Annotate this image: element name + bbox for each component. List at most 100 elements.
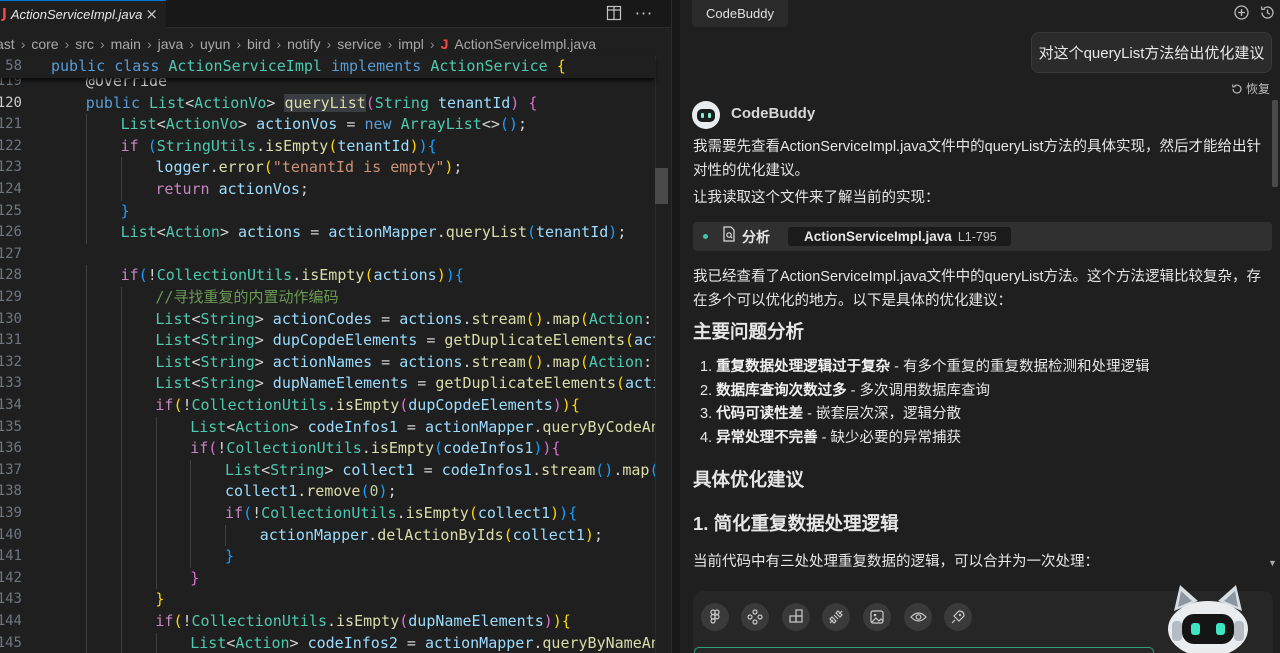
- image-icon[interactable]: [863, 603, 891, 631]
- code-lines[interactable]: 119 @Override 120 public List<ActionVo> que…: [0, 78, 655, 653]
- code-token: ;: [617, 223, 627, 242]
- restore-icon: [1232, 83, 1242, 94]
- split-editor-icon[interactable]: [603, 2, 625, 24]
- history-icon[interactable]: [1257, 2, 1277, 22]
- code-line[interactable]: 139 if(!CollectionUtils.isEmpty(collect1)…: [0, 503, 655, 525]
- code-token: >: [254, 309, 273, 328]
- code-token: ArrayList: [400, 115, 482, 134]
- issue-title: 数据库查询次数过多: [716, 382, 847, 399]
- code-line[interactable]: 133 List<String> dupNameElements = getDup…: [0, 373, 655, 395]
- code-line[interactable]: 144 if(!CollectionUtils.isEmpty(dupNameEl…: [0, 611, 655, 633]
- code-editor[interactable]: J ActionServiceImpl.java × ··· ast›core›…: [0, 0, 671, 653]
- breadcrumb-segment[interactable]: java: [158, 36, 184, 52]
- code-line[interactable]: 134 if(!CollectionUtils.isEmpty(dupCopdeE…: [0, 395, 655, 417]
- code-line[interactable]: 58 public class ActionServiceImpl impleme…: [0, 56, 660, 78]
- code-token: (: [243, 504, 253, 522]
- restore-label: 恢复: [1246, 82, 1271, 96]
- code-text: if(!CollectionUtils.isEmpty(collect1)){: [225, 503, 577, 525]
- code-line[interactable]: 126 List<Action> actions = actionMapper.q…: [0, 222, 655, 244]
- breadcrumb-segment[interactable]: impl: [398, 36, 424, 52]
- restore-button[interactable]: 恢复: [1231, 80, 1270, 97]
- code-line[interactable]: 123 logger.error("tenantId is empty");: [0, 157, 655, 179]
- codebuddy-tab[interactable]: CodeBuddy: [692, 0, 788, 27]
- breadcrumb-segment[interactable]: uyun: [200, 36, 230, 52]
- code-line[interactable]: 135 List<Action> codeInfos1 = actionMappe…: [0, 416, 655, 439]
- code-line[interactable]: 140 actionMapper.delActionByIds(collect1)…: [0, 524, 655, 547]
- code-line[interactable]: 127: [0, 244, 655, 266]
- line-number: 133: [0, 375, 22, 392]
- line-number: 143: [0, 591, 22, 608]
- code-line[interactable]: 143}: [0, 589, 655, 611]
- close-tab-icon[interactable]: ×: [145, 5, 158, 23]
- code-token: actionVos: [256, 115, 338, 134]
- indent-guide: [155, 416, 157, 439]
- code-token: tenantId: [438, 93, 511, 112]
- code-line[interactable]: 142}: [0, 567, 655, 590]
- code-line[interactable]: 138 collect1.remove(0);: [0, 481, 655, 503]
- sparkle-grid-icon[interactable]: [741, 603, 769, 631]
- sticky-scroll-header[interactable]: 58 public class ActionServiceImpl impleme…: [0, 56, 655, 78]
- code-line[interactable]: 124 return actionVos;: [0, 179, 655, 201]
- heading-main-issues: 主要问题分析: [693, 321, 805, 342]
- eye-icon[interactable]: [904, 603, 932, 631]
- code-token: CollectionUtils: [191, 612, 327, 630]
- code-token: (: [615, 374, 626, 393]
- editor-tab-actionserviceimpl[interactable]: J ActionServiceImpl.java ×: [0, 0, 166, 28]
- breadcrumb-file[interactable]: ActionServiceImpl.java: [454, 36, 596, 52]
- breadcrumb-segment[interactable]: bird: [247, 36, 270, 52]
- code-line[interactable]: 129 //寻找重复的内置动作编码: [0, 287, 655, 309]
- code-token: {: [427, 136, 437, 155]
- code-token: (: [138, 266, 148, 285]
- code-line[interactable]: 130 List<String> actionCodes = actions. st…: [0, 308, 655, 331]
- code-token: String: [374, 93, 439, 112]
- editor-scrollbar-thumb[interactable]: [655, 168, 668, 204]
- tool-file-chip[interactable]: ActionServiceImpl.java L1-795: [788, 227, 1011, 246]
- code-line[interactable]: 145 List<Action> codeInfos2 = actionMappe…: [0, 632, 655, 653]
- code-token: Action: [235, 417, 290, 436]
- breadcrumb-segment[interactable]: main: [111, 36, 141, 52]
- code-line[interactable]: 128 if(!CollectionUtils.isEmpty(actions))…: [0, 265, 655, 287]
- editor-scrollbar-track[interactable]: [655, 56, 671, 653]
- figma-icon[interactable]: [701, 603, 729, 631]
- code-token: (: [399, 612, 409, 630]
- code-token: =: [397, 633, 425, 652]
- new-chat-icon[interactable]: [1231, 2, 1251, 22]
- code-token: ActionVo: [194, 93, 267, 112]
- code-line[interactable]: 122 if (StringUtils.isEmpty(tenantId)){: [0, 135, 655, 158]
- code-line[interactable]: 121 List<ActionVo> actionVos = new ArrayL…: [0, 114, 655, 136]
- pane-divider[interactable]: [671, 0, 680, 653]
- breadcrumb-segment[interactable]: core: [31, 36, 58, 52]
- code-line[interactable]: 141}: [0, 546, 655, 568]
- issue-description: - 嵌套层次深，逻辑分散: [803, 406, 962, 422]
- chat-scrollbar-thumb[interactable]: [1272, 100, 1278, 187]
- issue-description: - 缺少必要的异常捕获: [817, 429, 962, 446]
- code-line[interactable]: 137 List<String> collect1 = codeInfos1.st…: [0, 459, 655, 482]
- heading-suggestions: 具体优化建议: [693, 469, 805, 490]
- code-line[interactable]: 131 List<String> dupCopdeElements = getDu…: [0, 330, 655, 352]
- breadcrumb-segment[interactable]: service: [337, 36, 381, 52]
- code-line[interactable]: 125}: [0, 200, 655, 223]
- code-token: !: [147, 266, 157, 285]
- file-search-icon: [722, 226, 736, 247]
- code-token: dupNameElements: [272, 374, 409, 393]
- code-token: <: [261, 460, 271, 479]
- scroll-down-icon[interactable]: ▼: [1268, 558, 1277, 568]
- chat-input-field[interactable]: [694, 647, 1154, 653]
- breadcrumb-segment[interactable]: ast: [0, 36, 15, 52]
- breadcrumb-segment[interactable]: notify: [287, 36, 320, 52]
- code-line[interactable]: 120 public List<ActionVo> queryList(Strin…: [0, 93, 655, 115]
- breadcrumb-segment[interactable]: src: [75, 36, 94, 52]
- code-token: List: [149, 93, 186, 112]
- tool-call-card[interactable]: 分析 ActionServiceImpl.java L1-795: [693, 222, 1272, 251]
- code-text: }: [121, 201, 130, 223]
- more-actions-icon[interactable]: ···: [633, 2, 655, 24]
- code-token: =: [414, 460, 442, 479]
- indent-guide: [86, 611, 87, 633]
- blocks-icon[interactable]: [782, 603, 810, 631]
- plug-icon[interactable]: [822, 603, 850, 631]
- code-line[interactable]: 132 List<String> actionNames = actions. st…: [0, 351, 655, 374]
- rocket-icon[interactable]: [944, 603, 972, 631]
- code-line[interactable]: 119 @Override: [0, 78, 655, 93]
- code-line[interactable]: 136 if(!CollectionUtils.isEmpty(codeInfos…: [0, 438, 655, 460]
